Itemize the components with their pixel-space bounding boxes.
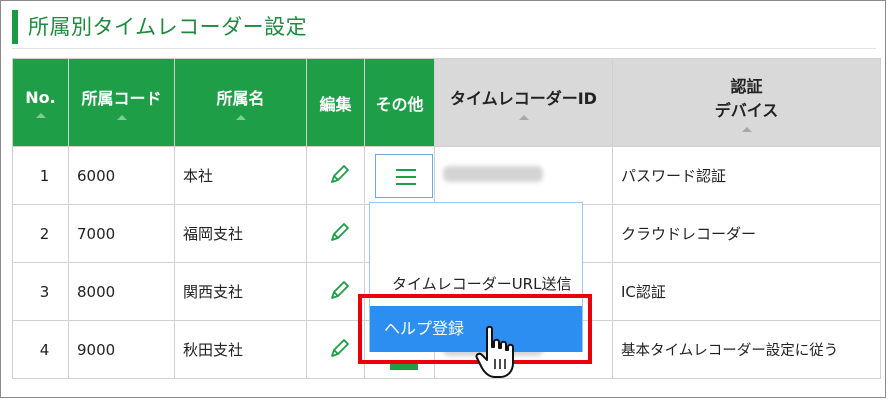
row-name: 福岡支社 [174, 204, 307, 263]
column-header-no[interactable]: No. [12, 58, 69, 147]
page-title: 所属別タイムレコーダー設定 [12, 10, 307, 44]
row-auth: クラウドレコーダー [612, 204, 881, 263]
table-header-row: No. 所属コード 所属名 編集 その他 タイムレコーダーID 認証 デバイス [12, 58, 881, 147]
row-no: 2 [12, 204, 69, 263]
row-code: 8000 [68, 262, 175, 321]
pencil-icon[interactable] [328, 220, 352, 244]
row-no: 4 [12, 320, 69, 379]
menu-item-send-url[interactable]: タイムレコーダーURL送信 [392, 273, 571, 294]
column-header-other: その他 [364, 58, 435, 147]
row-no: 1 [12, 146, 69, 205]
column-header-auth-device[interactable]: 認証 デバイス [612, 58, 881, 147]
row-name: 関西支社 [174, 262, 307, 321]
edit-cell[interactable] [306, 204, 365, 263]
sort-arrow-icon[interactable] [518, 115, 529, 120]
row-auth: 基本タイムレコーダー設定に従う [612, 320, 881, 379]
edit-cell[interactable] [306, 146, 365, 205]
pencil-icon[interactable] [328, 278, 352, 302]
row-auth: パスワード認証 [612, 146, 881, 205]
column-header-edit: 編集 [306, 58, 365, 147]
sort-arrow-icon[interactable] [116, 115, 127, 120]
row-code: 6000 [68, 146, 175, 205]
sort-arrow-icon[interactable] [235, 115, 246, 120]
edit-cell[interactable] [306, 262, 365, 321]
column-header-code[interactable]: 所属コード [68, 58, 175, 147]
other-menu-button[interactable] [374, 153, 433, 198]
table-row: 1 6000 本社 パスワード認証 [12, 146, 881, 205]
pencil-icon[interactable] [328, 162, 352, 186]
sort-arrow-icon[interactable] [35, 112, 46, 118]
row-code: 9000 [68, 320, 175, 379]
row-no: 3 [12, 262, 69, 321]
column-header-name[interactable]: 所属名 [174, 58, 307, 147]
edit-cell[interactable] [306, 320, 365, 379]
row-auth: IC認証 [612, 262, 881, 321]
title-divider [12, 48, 876, 49]
row-recorder-id [434, 146, 613, 205]
hamburger-icon-peek [390, 364, 418, 370]
hand-pointer-icon [475, 325, 514, 378]
pencil-icon[interactable] [328, 336, 352, 360]
row-code: 7000 [68, 204, 175, 263]
redacted-id [443, 165, 543, 182]
sort-arrow-icon[interactable] [741, 127, 752, 132]
row-name: 秋田支社 [174, 320, 307, 379]
row-name: 本社 [174, 146, 307, 205]
other-cell[interactable] [364, 146, 435, 205]
column-header-recorder-id[interactable]: タイムレコーダーID [434, 58, 613, 147]
